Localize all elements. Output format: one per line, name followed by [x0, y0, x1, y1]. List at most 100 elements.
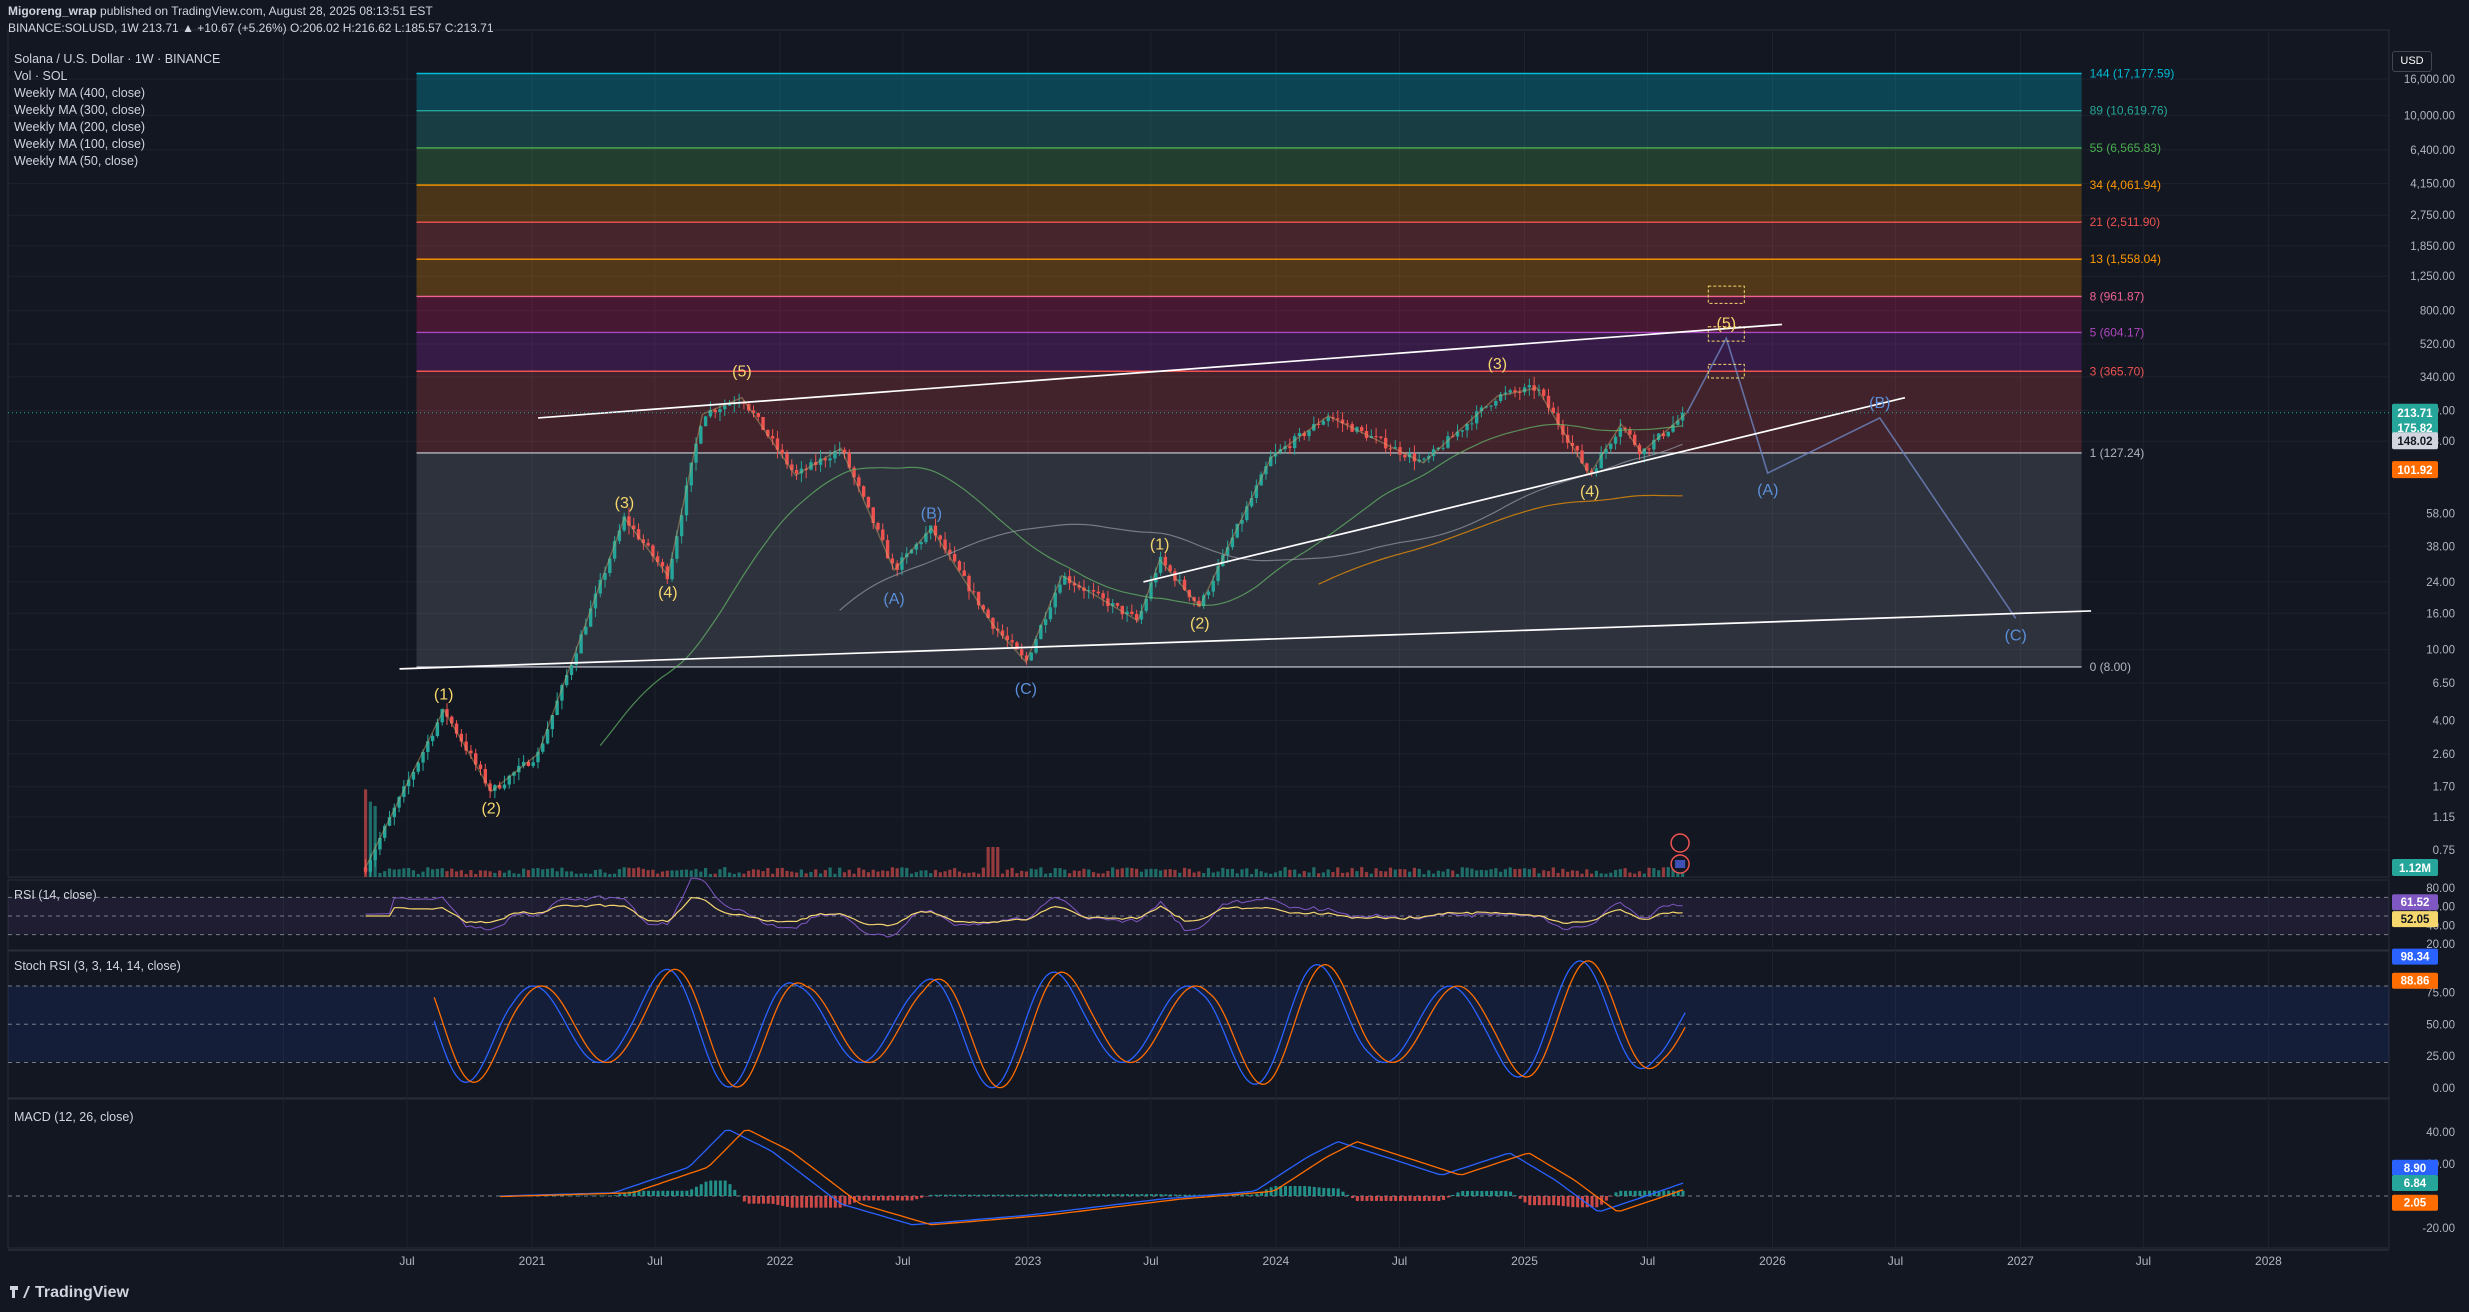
volume-bar	[914, 872, 918, 877]
volume-bar	[1537, 873, 1541, 877]
volume-bar	[1321, 872, 1326, 877]
volume-bar	[1384, 871, 1388, 877]
macd-hist-bar	[1001, 1194, 1005, 1196]
volume-bar	[689, 870, 693, 877]
wave-label-12: (5)	[1717, 315, 1737, 332]
macd-hist-bar	[1173, 1194, 1177, 1196]
fib-label-7: 5 (604.17)	[2090, 325, 2145, 339]
volume-bar	[1633, 873, 1637, 877]
volume-bar	[1331, 872, 1335, 877]
legend-ma-50[interactable]: Weekly MA (50, close)	[14, 153, 220, 170]
macd-hist-bar	[1145, 1194, 1149, 1196]
candle-body	[770, 436, 775, 439]
macd-pane-label[interactable]: MACD (12, 26, close)	[14, 1110, 133, 1124]
macd-hist-bar	[1638, 1190, 1642, 1196]
volume-bar	[541, 869, 545, 877]
macd-hist-bar	[1015, 1194, 1019, 1196]
macd-hist-bar	[1331, 1188, 1335, 1196]
volume-bar	[574, 873, 578, 877]
volume-bar	[871, 869, 875, 877]
legend-volume[interactable]: Vol · SOL	[14, 68, 220, 85]
macd-hist-bar	[1604, 1196, 1608, 1201]
volume-bar	[1580, 873, 1584, 877]
volume-bar	[1144, 869, 1148, 877]
price-badge-text-3: 101.92	[2397, 465, 2432, 477]
macd-hist-bar	[685, 1190, 689, 1196]
macd-hist-bar	[1011, 1194, 1015, 1196]
volume-bar	[1264, 872, 1268, 877]
rsi-axis-tick-0: 80.00	[2426, 883, 2455, 895]
macd-hist-bar	[1264, 1189, 1268, 1196]
volume-bar	[703, 868, 708, 877]
macd-hist-bar	[1398, 1196, 1402, 1201]
candle-body	[861, 486, 866, 497]
volume-bar	[771, 873, 775, 877]
volume-bar	[617, 869, 621, 877]
volume-bar	[1623, 868, 1627, 877]
rsi-pane-label[interactable]: RSI (14, close)	[14, 888, 97, 902]
volume-bar	[1527, 869, 1531, 877]
macd-hist-bar	[1106, 1194, 1110, 1196]
volume-bar	[1566, 871, 1570, 877]
macd-hist-bar	[575, 1195, 579, 1197]
chart-canvas[interactable]: 144 (17,177.59) 89 (10,619.76) 55 (6,565.8…	[0, 0, 2469, 1312]
volume-bar	[411, 870, 416, 877]
macd-hist-bar	[1533, 1196, 1537, 1206]
stoch-axis-tick-0: 75.00	[2426, 987, 2455, 999]
time-axis-tick-5: 2023	[1015, 1254, 1042, 1268]
macd-hist-bar	[1322, 1187, 1326, 1196]
candle-body	[794, 470, 799, 474]
macd-hist-bar	[900, 1196, 904, 1201]
price-axis-tick-9: 340.00	[2420, 372, 2455, 384]
macd-hist-bar	[963, 1194, 967, 1196]
candle-body	[363, 867, 368, 872]
macd-hist-bar	[556, 1195, 560, 1197]
macd-hist-bar	[948, 1194, 952, 1196]
candle-body	[1422, 458, 1426, 460]
currency-button[interactable]: USD	[2392, 51, 2432, 72]
volume-bar	[560, 867, 564, 877]
volume-bar	[1417, 868, 1421, 877]
volume-bar	[766, 868, 770, 877]
candle-body	[713, 409, 717, 413]
volume-bar	[435, 868, 439, 877]
macd-histogram	[498, 1180, 1685, 1208]
macd-hist-bar	[1633, 1190, 1637, 1196]
legend-ma-400[interactable]: Weekly MA (400, close)	[14, 85, 220, 102]
stoch-rsi-pane-label[interactable]: Stoch RSI (3, 3, 14, 14, close)	[14, 959, 181, 973]
volume-bar	[512, 873, 516, 877]
volume-bar	[517, 873, 521, 877]
publish-line: Migoreng_wrap published on TradingView.c…	[8, 4, 433, 18]
volume-bar	[1226, 869, 1230, 877]
publisher-name[interactable]: Migoreng_wrap	[8, 4, 97, 18]
brand-name: TradingView	[35, 1284, 129, 1301]
tradingview-logo[interactable]: TradingView	[10, 1284, 129, 1302]
macd-hist-bar	[920, 1196, 924, 1198]
volume-bar	[842, 872, 847, 877]
time-axis-tick-6: Jul	[1143, 1254, 1158, 1268]
price-axis-tick-1: 10,000.00	[2404, 110, 2455, 122]
legend-ma-200[interactable]: Weekly MA (200, close)	[14, 119, 220, 136]
fib-zone-2	[416, 147, 2082, 186]
wave-label-13: (A)	[1757, 482, 1778, 499]
macd-hist-bar	[1556, 1196, 1560, 1206]
time-axis-tick-3: 2022	[767, 1254, 794, 1268]
macd-hist-bar	[1341, 1191, 1345, 1196]
volume-bar	[1484, 870, 1488, 877]
volume-bar	[1158, 870, 1163, 877]
tradingview-logo-icon	[10, 1286, 30, 1298]
legend-ma-100[interactable]: Weekly MA (100, close)	[14, 136, 220, 153]
time-axis-tick-7: 2024	[1263, 1254, 1290, 1268]
volume-bar	[1475, 870, 1479, 877]
fib-zone-7	[416, 332, 2082, 372]
macd-hist-bar	[1111, 1194, 1115, 1196]
macd-hist-bar	[910, 1196, 914, 1201]
macd-hist-bar	[1159, 1194, 1163, 1196]
macd-hist-bar	[1509, 1191, 1513, 1196]
volume-bar	[1460, 867, 1464, 877]
volume-bar	[756, 869, 760, 877]
legend-symbol[interactable]: Solana / U.S. Dollar · 1W · BINANCE	[14, 51, 220, 68]
volume-bar	[1403, 869, 1407, 877]
volume-bar	[991, 847, 995, 877]
legend-ma-300[interactable]: Weekly MA (300, close)	[14, 102, 220, 119]
